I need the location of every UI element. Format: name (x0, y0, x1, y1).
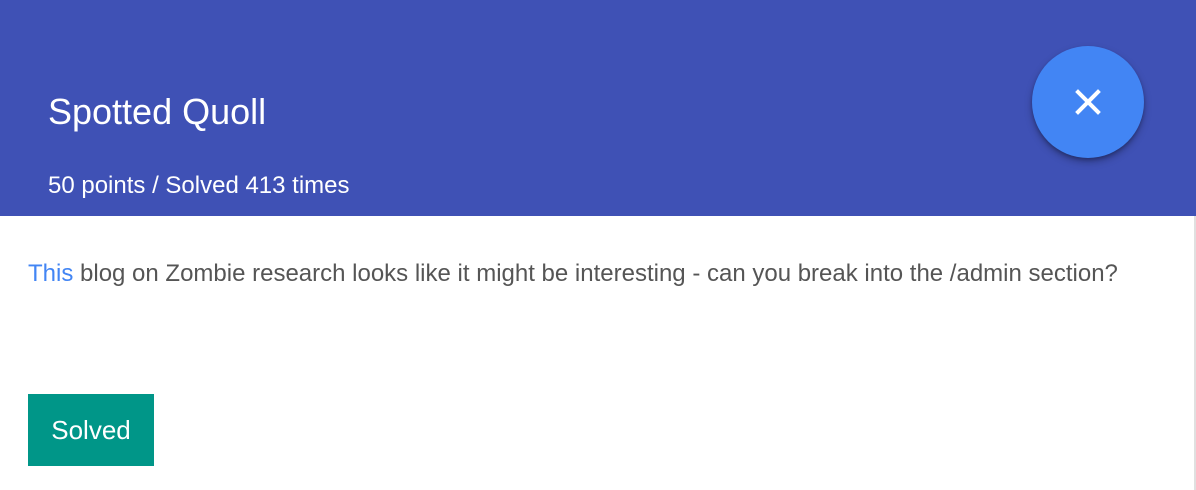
close-button[interactable] (1032, 46, 1144, 158)
modal-header: Spotted Quoll 50 points / Solved 413 tim… (0, 0, 1196, 216)
challenge-link[interactable]: This (28, 260, 73, 287)
challenge-description: This blog on Zombie research looks like … (28, 250, 1148, 298)
challenge-modal: Spotted Quoll 50 points / Solved 413 tim… (0, 0, 1196, 490)
solved-button[interactable]: Solved (28, 394, 154, 466)
challenge-title: Spotted Quoll (48, 91, 267, 132)
close-icon (1075, 89, 1101, 115)
challenge-points-solved: 50 points / Solved 413 times (48, 172, 350, 199)
challenge-description-text: blog on Zombie research looks like it mi… (73, 260, 1118, 287)
